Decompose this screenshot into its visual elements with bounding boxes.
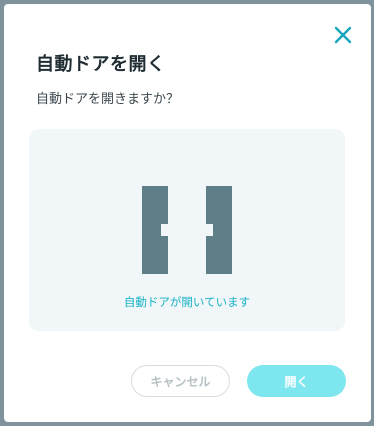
door-status-panel: 自動ドアが開いています: [29, 129, 345, 331]
door-status-text: 自動ドアが開いています: [123, 295, 251, 309]
close-button[interactable]: [333, 25, 353, 45]
open-door-dialog: 自動ドアを開く 自動ドアを開きますか？ 自動ドアが開いています キャンセル 開く: [4, 4, 371, 422]
open-button[interactable]: 開く: [247, 365, 346, 397]
dialog-title: 自動ドアを開く: [36, 54, 166, 75]
close-icon: [334, 26, 352, 44]
open-door-icon: [142, 186, 232, 274]
dialog-message: 自動ドアを開きますか？: [36, 92, 180, 107]
cancel-button[interactable]: キャンセル: [131, 365, 230, 397]
